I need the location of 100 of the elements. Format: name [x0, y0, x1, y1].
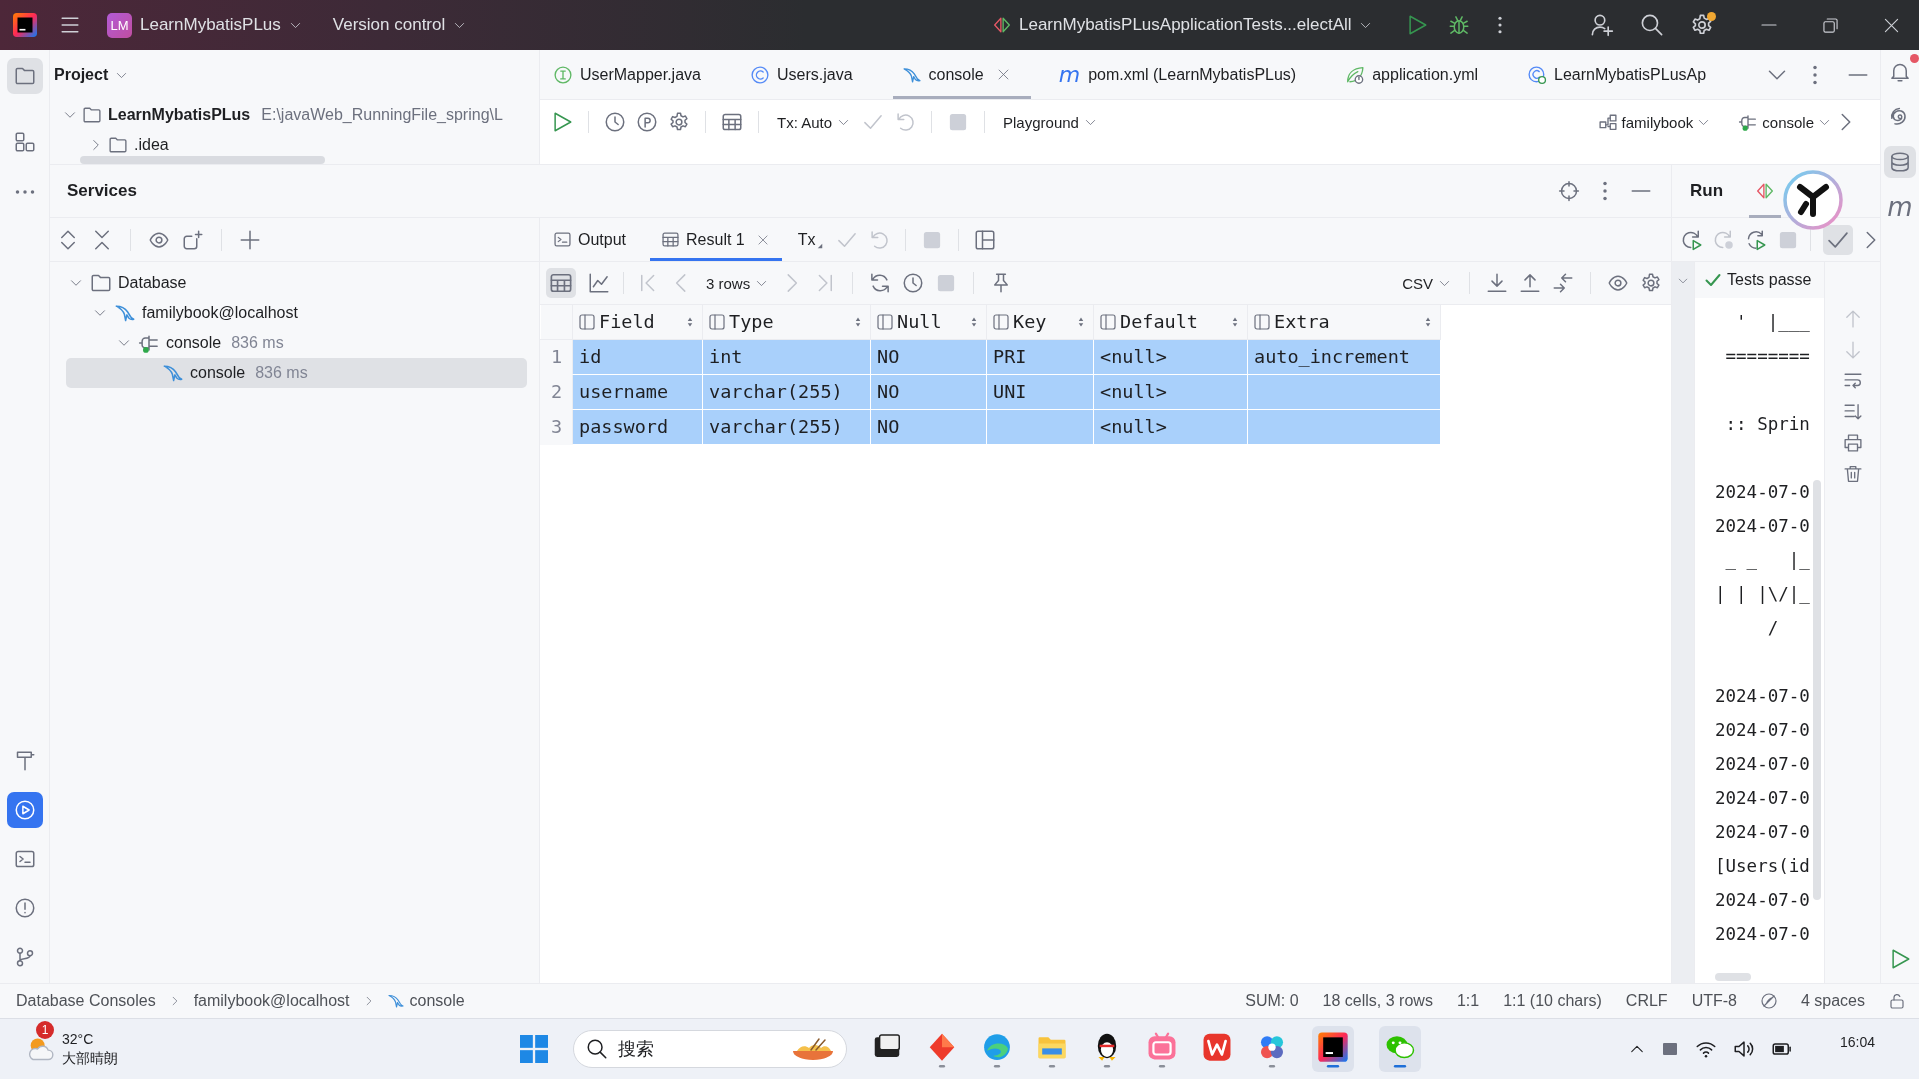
column-header[interactable]: Field [572, 305, 703, 339]
start-icon[interactable] [520, 1035, 548, 1063]
search-icon[interactable] [1641, 14, 1663, 36]
wifi-icon[interactable] [1695, 1039, 1716, 1059]
column-header[interactable]: Null [870, 305, 987, 339]
line-chart-icon[interactable] [589, 273, 609, 293]
slashed-circle-icon[interactable] [1760, 993, 1777, 1009]
maven-glyph[interactable]: m [1884, 191, 1916, 223]
column-header[interactable]: Extra [1247, 305, 1441, 339]
eye-icon[interactable] [1608, 273, 1628, 293]
table-icon[interactable] [722, 112, 742, 132]
breadcrumb-item[interactable]: Database Consoles [16, 992, 156, 1010]
database-icon[interactable] [1884, 146, 1916, 178]
chevron-down-icon[interactable] [118, 337, 130, 349]
rerun-icon[interactable] [1682, 229, 1702, 250]
editor-tab[interactable]: application.yml [1336, 50, 1501, 99]
chevron-down-icon[interactable] [64, 109, 76, 121]
ide-logo-icon[interactable] [1312, 1026, 1354, 1072]
editor-tab[interactable]: LearnMybatisPLusAp [1518, 50, 1729, 99]
breadcrumb-item[interactable]: console [387, 992, 465, 1010]
play-icon[interactable] [1406, 15, 1427, 35]
dropdown[interactable]: Tx: Auto [775, 111, 852, 133]
chat-bubbles-icon[interactable] [1379, 1026, 1421, 1072]
clock-icon[interactable] [605, 112, 625, 132]
status-item[interactable]: 1:1 (10 chars) [1503, 992, 1602, 1010]
column-header[interactable]: Key [986, 305, 1094, 339]
status-item[interactable]: 1:1 [1456, 992, 1480, 1010]
settings-icon[interactable] [1641, 273, 1661, 293]
layout-icon[interactable] [974, 229, 995, 250]
check-icon[interactable] [1823, 224, 1853, 255]
app-logo-icon[interactable] [13, 13, 37, 37]
tree-item[interactable]: familybook@localhost [66, 298, 527, 328]
chevron-right-icon[interactable] [90, 139, 102, 151]
settings-icon[interactable] [669, 112, 689, 132]
circled-p-icon[interactable] [637, 112, 657, 132]
breadcrumb-item[interactable]: familybook@localhost [193, 992, 350, 1010]
editor-tab[interactable]: UserMapper.java [544, 50, 723, 99]
tx-dropdown[interactable]: Tx [795, 228, 825, 251]
download-icon[interactable] [1487, 273, 1507, 293]
column-header[interactable]: Default [1093, 305, 1248, 339]
table-row[interactable]: 3 password varchar(255) NO <null> [540, 409, 1441, 444]
tree-item[interactable]: Database [66, 268, 527, 298]
table-row[interactable]: 1 id int NO PRI <null> auto_increment [540, 339, 1441, 374]
plus-icon[interactable] [240, 229, 260, 250]
column-header[interactable]: Type [702, 305, 871, 339]
tree-item[interactable]: .idea [50, 130, 539, 160]
menu-icon[interactable] [61, 16, 79, 34]
session-selector[interactable]: console [1737, 111, 1832, 133]
folder-icon[interactable] [6, 58, 43, 94]
project-selector[interactable]: LearnMybatisPLus [132, 9, 309, 41]
clock-icon[interactable] [903, 273, 924, 293]
status-item[interactable]: SUM: 0 [1245, 992, 1299, 1010]
status-item[interactable]: UTF-8 [1691, 992, 1737, 1010]
trash-icon[interactable] [1843, 465, 1862, 483]
editor-tab[interactable]: m pom.xml (LearnMybatisPLus) [1048, 50, 1319, 99]
upload-icon[interactable] [1520, 273, 1540, 293]
collapse-all-icon[interactable] [92, 229, 112, 250]
chevron-down-icon[interactable] [70, 277, 82, 289]
restore-icon[interactable] [1823, 17, 1838, 33]
add-user-icon[interactable] [1591, 14, 1613, 36]
lock-icon[interactable] [1889, 993, 1905, 1009]
dropdown[interactable]: CSV [1400, 272, 1452, 294]
rerun-auto-icon[interactable] [1746, 229, 1766, 250]
new-tab-icon[interactable] [183, 229, 203, 250]
crosshair-icon[interactable] [1559, 181, 1579, 201]
compare-arrows-icon[interactable] [1553, 273, 1573, 293]
chevron-down-icon[interactable] [94, 307, 106, 319]
expand-all-icon[interactable] [58, 229, 78, 250]
tree-item[interactable]: console 836 ms [66, 358, 527, 388]
scroll-to-end-icon[interactable] [1843, 403, 1862, 421]
refresh-icon[interactable] [870, 273, 891, 293]
panel-title-dropdown[interactable]: Project [54, 62, 128, 88]
chevron-down-icon[interactable] [1678, 276, 1688, 286]
run-configuration[interactable]: LearnMybatisPLusApplicationTests...electAll [985, 9, 1379, 41]
tv-tile-icon[interactable] [1147, 1030, 1177, 1068]
dropdown[interactable]: 3 rows [704, 272, 770, 294]
status-item[interactable]: 4 spaces [1800, 992, 1865, 1010]
editor-tab[interactable]: Users.java [740, 50, 875, 99]
soft-wrap-icon[interactable] [1843, 372, 1862, 390]
clock-text[interactable]: 16:04 [1839, 1034, 1875, 1050]
play-icon[interactable] [552, 112, 572, 132]
search-field[interactable]: 搜索 [573, 1030, 847, 1068]
tree-item[interactable]: LearnMybatisPLus E:\javaWeb_RunningFile_spring\L [50, 100, 539, 130]
dropdown[interactable]: Playground [1001, 111, 1098, 133]
table-row[interactable]: 2 username varchar(255) NO UNI <null> [540, 374, 1441, 409]
console-line: 2024-07-0 [1715, 719, 1811, 742]
status-item[interactable]: CRLF [1625, 992, 1668, 1010]
schema-selector[interactable]: familybook [1596, 111, 1712, 133]
floating-logo-icon[interactable] [1783, 170, 1843, 230]
bug-icon[interactable] [1448, 15, 1469, 35]
tree-item[interactable]: console 836 ms [66, 328, 527, 358]
speaker-icon[interactable] [1733, 1039, 1754, 1059]
vcs-menu[interactable]: Version control [324, 9, 474, 41]
status-item[interactable]: 18 cells, 3 rows [1322, 992, 1433, 1010]
table-icon[interactable] [546, 268, 576, 298]
result-tab[interactable]: Output [552, 218, 641, 261]
square-icon[interactable] [1661, 1041, 1678, 1057]
print-icon[interactable] [1843, 434, 1862, 452]
editor-tab[interactable]: console [892, 50, 1031, 99]
eye-icon[interactable] [149, 229, 169, 250]
